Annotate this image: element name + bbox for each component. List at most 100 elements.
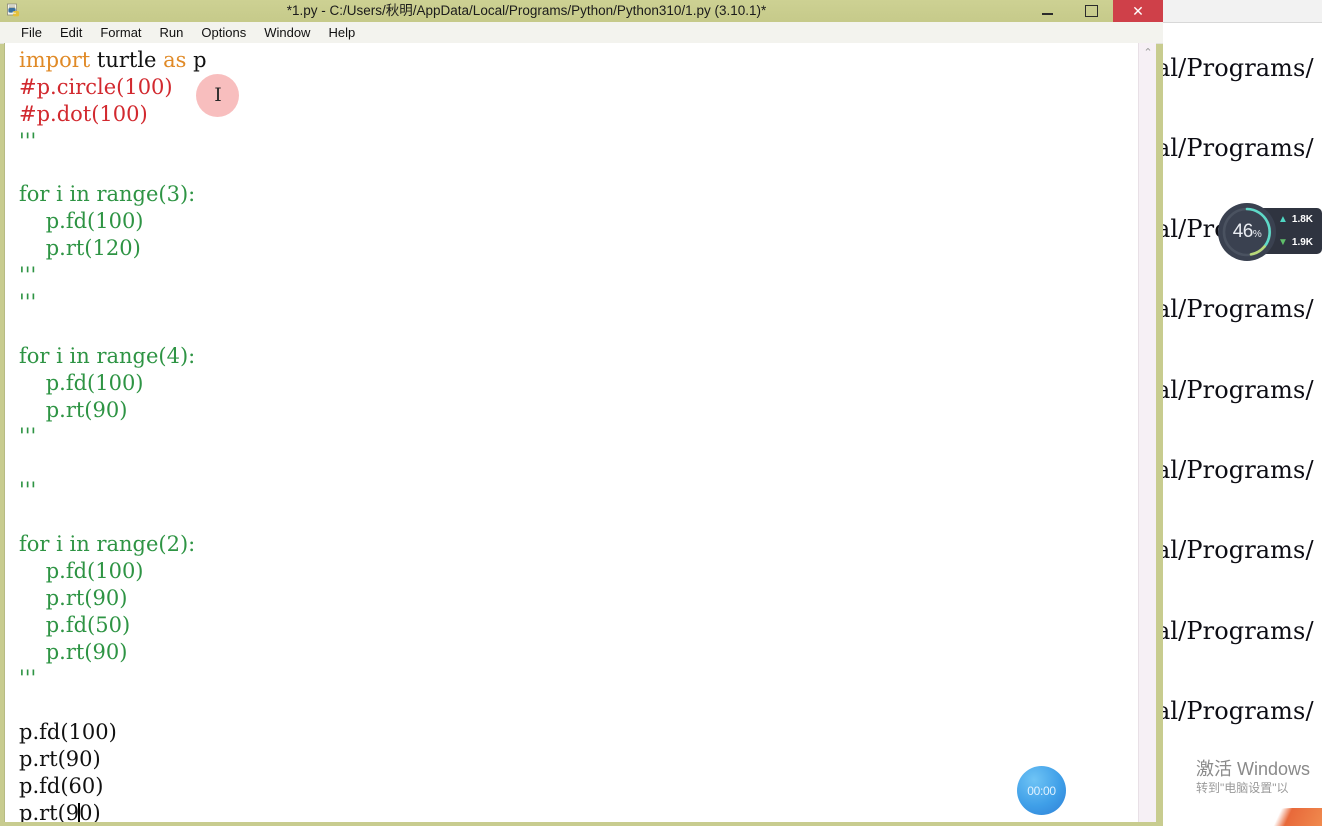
code-line[interactable]: p.fd(100) — [19, 208, 1138, 235]
background-text-line: al/Programs/ — [1160, 536, 1314, 565]
code-line[interactable]: ''' — [19, 289, 1138, 316]
network-speed-widget[interactable]: ▲ 1.8K ▼ 1.9K 46% — [1218, 203, 1322, 261]
background-window-titlebar — [1160, 0, 1322, 23]
code-token: ''' — [19, 666, 37, 691]
background-text-line: al/Programs/ — [1160, 616, 1314, 645]
titlebar[interactable]: *1.py - C:/Users/秋明/AppData/Local/Progra… — [0, 0, 1163, 22]
code-line[interactable] — [19, 316, 1138, 343]
idle-editor-window: *1.py - C:/Users/秋明/AppData/Local/Progra… — [0, 0, 1163, 826]
gauge-percent-value: 46 — [1232, 221, 1254, 242]
timer-badge[interactable]: 00:00 — [1017, 766, 1066, 815]
code-line[interactable]: for i in range(4): — [19, 343, 1138, 370]
minimize-icon — [1041, 13, 1053, 15]
code-token: p.fd(100) — [19, 370, 144, 395]
download-value: 1.9K — [1291, 237, 1314, 248]
code-line[interactable]: import turtle as p — [19, 47, 1138, 74]
close-icon: ✕ — [1132, 3, 1144, 19]
code-token: ''' — [19, 290, 37, 315]
code-token: for i in range(3): — [19, 182, 196, 207]
code-line[interactable]: p.rt(90) — [19, 800, 1138, 822]
upload-value: 1.8K — [1291, 214, 1314, 225]
text-cursor-icon: I — [214, 84, 222, 106]
background-text-line: al/Programs/ — [1160, 455, 1314, 484]
code-line[interactable]: p.fd(100) — [19, 558, 1138, 585]
code-line[interactable]: #p.dot(100) — [19, 101, 1138, 128]
code-line[interactable]: ''' — [19, 128, 1138, 155]
background-text-line: al/Programs/ — [1160, 697, 1314, 726]
code-token: p.rt(9 — [19, 800, 80, 822]
code-line[interactable] — [19, 450, 1138, 477]
code-line[interactable]: p.fd(60) — [19, 773, 1138, 800]
code-line[interactable] — [19, 155, 1138, 182]
code-token: as — [163, 48, 187, 72]
menu-item-format[interactable]: Format — [91, 22, 150, 43]
gauge-percent-text: 46% — [1233, 221, 1262, 243]
code-token: p.rt(120) — [19, 236, 141, 261]
menu-item-file[interactable]: File — [12, 22, 51, 43]
code-token: p.fd(60) — [19, 774, 104, 799]
background-window-text: al/Programs/al/Programs/al/Programs/al/P… — [1160, 28, 1322, 752]
menubar: File Edit Format Run Options Window Help — [0, 22, 1163, 44]
download-row: ▼ 1.9K — [1278, 231, 1322, 254]
code-token: 0) — [79, 800, 101, 822]
editor-frame: import turtle as p #p.circle(100) #p.dot(1… — [4, 43, 1156, 822]
code-line[interactable]: p.rt(90) — [19, 397, 1138, 424]
background-window[interactable]: al/Programs/al/Programs/al/Programs/al/P… — [1160, 0, 1322, 826]
background-text-line: al/Programs/ — [1160, 54, 1314, 82]
code-token: ''' — [19, 263, 37, 288]
code-token: p.fd(100) — [19, 720, 117, 745]
close-button[interactable]: ✕ — [1113, 0, 1163, 22]
code-token: p.fd(50) — [19, 612, 131, 637]
upload-row: ▲ 1.8K — [1278, 208, 1322, 231]
menu-item-edit[interactable]: Edit — [51, 22, 91, 43]
code-token: ''' — [19, 128, 37, 153]
code-line[interactable] — [19, 692, 1138, 719]
code-line[interactable]: for i in range(3): — [19, 181, 1138, 208]
code-line[interactable]: p.rt(90) — [19, 746, 1138, 773]
code-line[interactable]: ''' — [19, 665, 1138, 692]
menu-item-window[interactable]: Window — [255, 22, 319, 43]
arrow-down-icon: ▼ — [1278, 237, 1288, 248]
code-token: ''' — [19, 424, 37, 449]
code-line[interactable]: p.fd(100) — [19, 370, 1138, 397]
code-line[interactable]: ''' — [19, 477, 1138, 504]
code-token: p — [186, 48, 207, 72]
code-line[interactable]: ''' — [19, 423, 1138, 450]
code-token: p.fd(100) — [19, 558, 144, 583]
vertical-scrollbar[interactable]: ⌃ — [1138, 43, 1156, 822]
code-line[interactable] — [19, 504, 1138, 531]
code-token: import — [19, 48, 91, 72]
code-line[interactable]: p.fd(100) — [19, 719, 1138, 746]
background-text-line: al/Programs/ — [1160, 134, 1314, 163]
screen-root: al/Programs/al/Programs/al/Programs/al/P… — [0, 0, 1322, 826]
menu-item-help[interactable]: Help — [319, 22, 364, 43]
background-text-line: al/Programs/ — [1160, 295, 1314, 324]
code-token: #p.circle(100) — [19, 74, 173, 99]
code-line[interactable]: ''' — [19, 262, 1138, 289]
scroll-up-icon[interactable]: ⌃ — [1139, 43, 1157, 61]
minimize-button[interactable] — [1025, 0, 1069, 22]
cpu-usage-gauge[interactable]: 46% — [1218, 203, 1276, 261]
code-token: p.fd(100) — [19, 209, 144, 234]
code-line[interactable]: p.rt(90) — [19, 585, 1138, 612]
code-token: #p.dot(100) — [19, 101, 148, 126]
code-token: p.rt(90) — [19, 747, 101, 772]
code-editor[interactable]: import turtle as p #p.circle(100) #p.dot(1… — [5, 43, 1138, 822]
code-token: for i in range(2): — [19, 532, 196, 557]
code-token: p.rt(90) — [19, 397, 128, 422]
menu-item-run[interactable]: Run — [151, 22, 193, 43]
code-token: p.rt(90) — [19, 639, 128, 664]
arrow-up-icon: ▲ — [1278, 214, 1288, 225]
code-line[interactable]: p.rt(120) — [19, 235, 1138, 262]
code-token: turtle — [90, 48, 164, 72]
window-title: *1.py - C:/Users/秋明/AppData/Local/Progra… — [286, 3, 767, 18]
code-line[interactable]: p.fd(50) — [19, 612, 1138, 639]
code-line[interactable]: for i in range(2): — [19, 531, 1138, 558]
code-line[interactable]: #p.circle(100) — [19, 74, 1138, 101]
maximize-button[interactable] — [1069, 0, 1113, 22]
code-token: for i in range(4): — [19, 343, 196, 368]
code-token: p.rt(90) — [19, 585, 128, 610]
maximize-icon — [1084, 5, 1098, 17]
menu-item-options[interactable]: Options — [192, 22, 255, 43]
code-line[interactable]: p.rt(90) — [19, 639, 1138, 666]
